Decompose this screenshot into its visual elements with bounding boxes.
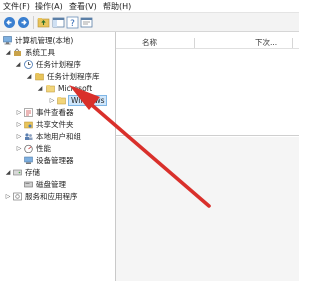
help-icon[interactable]: ? (66, 16, 79, 29)
event-viewer-icon (24, 108, 33, 117)
tree-node-disk-management[interactable]: 磁盘管理 (2, 179, 114, 190)
menu-view[interactable]: 查看(V) (69, 2, 97, 12)
collapse-icon[interactable]: ◢ (15, 59, 21, 70)
expand-icon[interactable]: ▷ (16, 119, 22, 130)
tree-node-local-users[interactable]: ▷ 本地用户和组 (2, 131, 114, 142)
collapse-icon[interactable]: ◢ (5, 47, 11, 58)
column-next-run[interactable]: 下次... (255, 37, 277, 49)
tree-node-task-library[interactable]: ◢ 任务计划程序库 (2, 71, 114, 82)
expand-icon[interactable]: ▷ (5, 191, 11, 202)
column-name[interactable]: 名称 (142, 37, 157, 49)
expand-icon[interactable]: ▷ (16, 131, 22, 142)
performance-icon (24, 144, 33, 153)
properties-icon[interactable] (80, 16, 93, 29)
shared-folder-icon (24, 121, 33, 129)
menu-action[interactable]: 操作(A) (35, 2, 63, 12)
folder-icon (35, 73, 44, 81)
tree-node-event-viewer[interactable]: ▷ 事件查看器 (2, 107, 114, 118)
tree-node-root[interactable]: 计算机管理(本地) (2, 35, 114, 46)
tree-node-device-manager[interactable]: 设备管理器 (2, 155, 114, 166)
list-column-header: 名称 下次... (116, 37, 299, 49)
storage-icon (13, 169, 22, 176)
console-tree-icon[interactable] (52, 16, 65, 29)
up-folder-icon[interactable] (37, 16, 50, 29)
expand-icon[interactable]: ▷ (49, 95, 55, 106)
expand-icon[interactable]: ▷ (16, 143, 22, 154)
services-icon (13, 192, 22, 201)
device-manager-icon (24, 156, 33, 164)
expand-icon[interactable]: ▷ (16, 107, 22, 118)
users-icon (25, 133, 33, 140)
computer-icon (3, 36, 12, 45)
svg-text:?: ? (70, 19, 75, 29)
collapse-icon[interactable]: ◢ (5, 167, 11, 178)
menu-file[interactable]: 文件(F) (3, 2, 30, 12)
toolbar: ? (0, 13, 299, 32)
disk-icon (24, 181, 33, 188)
collapse-icon[interactable]: ◢ (37, 83, 43, 94)
task-list-pane[interactable]: 名称 下次... (116, 32, 299, 136)
clock-icon (24, 60, 33, 69)
collapse-icon[interactable]: ◢ (26, 71, 32, 82)
tree-node-storage[interactable]: ◢ 存储 (2, 167, 114, 178)
console-tree[interactable]: 计算机管理(本地) ◢ 系统工具 ◢ 任务计划程序 ◢ 任务计划程序库 ◢ Mi… (0, 32, 116, 281)
folder-icon (46, 85, 55, 93)
tree-node-task-scheduler[interactable]: ◢ 任务计划程序 (2, 59, 114, 70)
folder-icon (57, 97, 66, 105)
menu-help[interactable]: 帮助(H) (103, 2, 131, 12)
tree-node-shared-folders[interactable]: ▷ 共享文件夹 (2, 119, 114, 130)
forward-arrow-icon[interactable] (17, 16, 30, 29)
back-arrow-icon[interactable] (3, 16, 16, 29)
task-details-pane (116, 137, 299, 281)
tree-node-windows[interactable]: ▷ Windows (2, 95, 114, 106)
tree-node-microsoft[interactable]: ◢ Microsoft (2, 83, 114, 94)
tree-node-services-apps[interactable]: ▷ 服务和应用程序 (2, 191, 114, 202)
menu-bar: 文件(F) 操作(A) 查看(V) 帮助(H) (0, 0, 299, 13)
tools-icon (14, 48, 21, 56)
tree-node-performance[interactable]: ▷ 性能 (2, 143, 114, 154)
tree-node-system-tools[interactable]: ◢ 系统工具 (2, 47, 114, 58)
